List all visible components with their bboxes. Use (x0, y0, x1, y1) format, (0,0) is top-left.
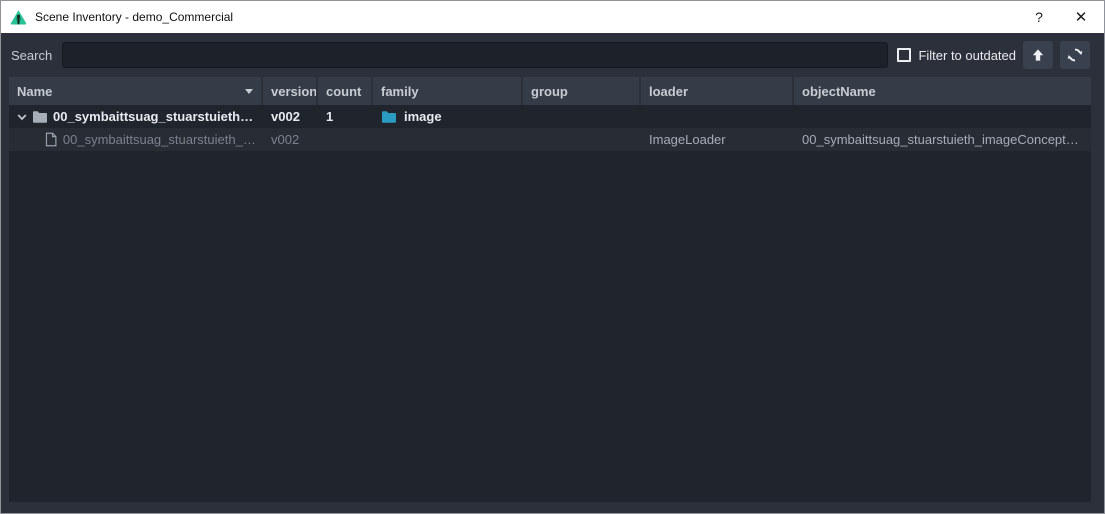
column-header-name[interactable]: Name (9, 77, 263, 105)
folder-icon (32, 110, 48, 124)
file-icon (44, 132, 58, 147)
count-cell: 1 (318, 105, 373, 128)
column-header-label: loader (649, 84, 688, 99)
family-cell (373, 128, 523, 151)
version-cell: v002 (263, 128, 318, 151)
table-row-item[interactable]: 00_symbaittsuag_stuarstuieth_i… v002 Ima… (9, 128, 1091, 151)
representation-name: 00_symbaittsuag_stuarstuieth_i… (63, 132, 257, 147)
filter-to-outdated-group: Filter to outdated (897, 48, 1016, 63)
column-header-version[interactable]: version (263, 77, 318, 105)
count-cell (318, 128, 373, 151)
column-header-group[interactable]: group (523, 77, 641, 105)
column-header-label: objectName (802, 84, 876, 99)
column-header-label: version (271, 84, 317, 99)
table-empty-area (9, 151, 1091, 502)
folder-icon-teal (381, 110, 397, 124)
toolbar: Search Filter to outdated (1, 33, 1104, 77)
objectname-value: 00_symbaittsuag_stuarstuieth_imageConcep… (802, 132, 1085, 147)
inventory-table: Name version count family group loader o… (9, 77, 1091, 502)
filter-to-outdated-checkbox[interactable] (897, 48, 911, 62)
objectname-cell: 00_symbaittsuag_stuarstuieth_imageConcep… (794, 128, 1091, 151)
table-row-group[interactable]: 00_symbaittsuag_stuarstuieth… v002 1 ima… (9, 105, 1091, 128)
search-input[interactable] (62, 42, 888, 68)
name-cell: 00_symbaittsuag_stuarstuieth… (9, 105, 263, 128)
version-value: v002 (271, 109, 300, 124)
update-to-latest-button[interactable] (1023, 41, 1053, 69)
column-header-family[interactable]: family (373, 77, 523, 105)
refresh-button[interactable] (1060, 41, 1090, 69)
search-label: Search (11, 48, 52, 63)
version-value: v002 (271, 132, 299, 147)
avalon-triangle-icon (10, 9, 27, 26)
column-header-count[interactable]: count (318, 77, 373, 105)
subset-name: 00_symbaittsuag_stuarstuieth… (53, 109, 253, 124)
close-button[interactable]: ✕ (1060, 1, 1102, 33)
family-cell: image (373, 105, 523, 128)
scene-inventory-window: Scene Inventory - demo_Commercial ? ✕ Se… (0, 0, 1105, 514)
expand-chevron-icon[interactable] (14, 111, 30, 123)
column-header-loader[interactable]: loader (641, 77, 794, 105)
count-value: 1 (326, 109, 333, 124)
name-cell: 00_symbaittsuag_stuarstuieth_i… (9, 128, 263, 151)
loader-value: ImageLoader (649, 132, 726, 147)
loader-cell (641, 105, 794, 128)
sort-descending-icon (245, 89, 253, 94)
objectname-cell (794, 105, 1091, 128)
group-cell (523, 128, 641, 151)
family-value: image (404, 109, 442, 124)
version-cell: v002 (263, 105, 318, 128)
title-bar: Scene Inventory - demo_Commercial ? ✕ (1, 1, 1104, 33)
refresh-icon (1067, 47, 1083, 63)
window-title: Scene Inventory - demo_Commercial (35, 10, 1018, 24)
filter-to-outdated-label: Filter to outdated (918, 48, 1016, 63)
column-header-label: group (531, 84, 568, 99)
column-header-label: Name (17, 84, 52, 99)
column-header-label: count (326, 84, 361, 99)
arrow-up-icon (1030, 47, 1046, 63)
column-header-objectname[interactable]: objectName (794, 77, 1091, 105)
table-header-row: Name version count family group loader o… (9, 77, 1091, 105)
column-header-label: family (381, 84, 419, 99)
group-cell (523, 105, 641, 128)
loader-cell: ImageLoader (641, 128, 794, 151)
help-button[interactable]: ? (1018, 1, 1060, 33)
